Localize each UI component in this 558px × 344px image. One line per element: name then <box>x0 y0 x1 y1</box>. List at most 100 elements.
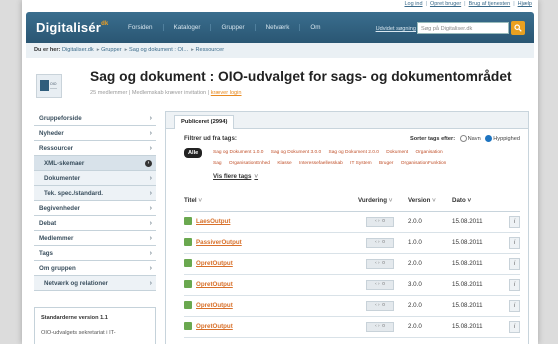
rating-widget[interactable]: ‹ › 0 <box>366 217 394 227</box>
group-logo: OIO —— <box>36 74 62 98</box>
tab-bar: Publiceret (2994) <box>166 112 528 129</box>
sidebar-item-debat[interactable]: Debat › <box>34 216 156 231</box>
nav-kataloger[interactable]: Kataloger <box>162 24 211 31</box>
info-icon[interactable]: i <box>509 300 520 312</box>
xml-schema-icon <box>184 322 192 330</box>
crumb-group[interactable]: Sag og dokument : OI... <box>129 47 188 53</box>
page: Log ind | Opret bruger | Brug af tjenesten | H… <box>22 0 538 344</box>
resource-link[interactable]: OpretOutput <box>196 260 233 267</box>
tag[interactable]: Sag <box>213 161 222 166</box>
resource-link[interactable]: OpretOutput <box>196 323 233 330</box>
tag[interactable]: Dokument <box>386 150 408 155</box>
table-row: OpretOutput ‹ › 0 2.0.0 15.08.2011 i <box>184 254 520 275</box>
tag[interactable]: Sag og Dokument 2.0.0 <box>329 150 379 155</box>
tag-all[interactable]: Alle <box>184 148 203 158</box>
tag[interactable]: Sag og Dokument 3.0.0 <box>271 150 321 155</box>
rating-widget[interactable]: ‹ › 0 <box>366 280 394 290</box>
nav-netvaerk[interactable]: Netværk <box>254 24 300 31</box>
tab-publiceret[interactable]: Publiceret (2994) <box>174 115 235 129</box>
info-icon[interactable]: i <box>509 258 520 270</box>
column-version[interactable]: Version ˅ <box>408 197 436 204</box>
tag[interactable]: OrganisationEnhed <box>229 161 270 166</box>
column-title[interactable]: Titel ˅ <box>184 197 202 204</box>
page-title: Sag og dokument : OIO-udvalget for sags-… <box>90 69 512 84</box>
sidebar-item-gruppeforside[interactable]: Gruppeforside › <box>34 111 156 126</box>
tag[interactable]: OrganisationFunktion <box>401 161 447 166</box>
table-row: OpretOutput ‹ › 0 2.0.0 15.08.2011 i <box>184 317 520 338</box>
main-nav: Forsiden Kataloger Grupper Netværk Om <box>118 24 331 31</box>
crumb-grupper[interactable]: Grupper <box>101 47 122 53</box>
column-rating[interactable]: Vurdering ˅ <box>358 197 392 204</box>
tag[interactable]: Sag og Dokument 1.0.0 <box>213 150 263 155</box>
sidebar-item-tek-spec[interactable]: Tek. spec./standard. › <box>34 186 156 201</box>
create-user-link[interactable]: Opret bruger <box>430 1 461 7</box>
nav-om[interactable]: Om <box>299 24 330 31</box>
sidebar-item-om-gruppen[interactable]: Om gruppen › <box>34 261 156 276</box>
resource-link[interactable]: OpretOutput <box>196 302 233 309</box>
sidebar-item-ressourcer[interactable]: Ressourcer › <box>34 141 156 156</box>
sidebar-item-tags[interactable]: Tags › <box>34 246 156 261</box>
breadcrumb: Du er her: Digitaliser.dk ▸ Grupper ▸ Sag … <box>26 43 534 58</box>
table-header: Titel ˅ Vurdering ˅ Version ˅ Dato ˅ <box>184 197 520 212</box>
standards-box-title: Standarderne version 1.1 <box>41 315 108 321</box>
sidebar-item-netvaerk[interactable]: Netværk og relationer › <box>34 276 156 291</box>
nav-forsiden[interactable]: Forsiden <box>118 24 163 31</box>
help-link[interactable]: Hjælp <box>518 1 532 7</box>
sort-frequency-radio[interactable] <box>485 135 493 142</box>
resource-link[interactable]: OpretOutput <box>196 281 233 288</box>
tag-cloud-line-2: Sag OrganisationEnhed Klasse Interessefa… <box>213 161 452 166</box>
xml-schema-icon <box>184 301 192 309</box>
info-icon[interactable]: i <box>509 237 520 249</box>
sidebar-item-nyheder[interactable]: Nyheder › <box>34 126 156 141</box>
xml-schema-icon <box>184 259 192 267</box>
standards-box-text: OIO-udvalgets sekretariat i IT- <box>41 330 116 336</box>
login-required-link[interactable]: kræver login <box>211 90 242 96</box>
tag[interactable]: Bruger <box>379 161 393 166</box>
selected-indicator-icon: › <box>145 160 152 167</box>
crumb-home[interactable]: Digitaliser.dk <box>62 47 94 53</box>
info-icon[interactable]: i <box>509 321 520 333</box>
sidebar-item-xml-skemaer[interactable]: XML-skemaer › <box>34 156 156 171</box>
tag[interactable]: Interessefaellesskab <box>299 161 343 166</box>
top-links: Log ind | Opret bruger | Brug af tjenesten | H… <box>404 1 532 7</box>
table-row: LaesOutput ‹ › 0 2.0.0 15.08.2011 i <box>184 212 520 233</box>
tag[interactable]: Organisation <box>415 150 442 155</box>
site-logo[interactable]: Digitalisérdk <box>36 20 108 35</box>
info-icon[interactable]: i <box>509 279 520 291</box>
resource-link[interactable]: LaesOutput <box>196 218 230 225</box>
search-icon <box>514 24 522 32</box>
xml-schema-icon <box>184 217 192 225</box>
nav-grupper[interactable]: Grupper <box>210 24 254 31</box>
tag-cloud-line-1: Sag og Dokument 1.0.0 Sag og Dokument 3.… <box>213 150 449 155</box>
filter-heading: Filtrer ud fra tags: <box>184 135 237 142</box>
sort-name-radio[interactable] <box>459 135 467 142</box>
standards-box: Standarderne version 1.1 OIO-udvalgets s… <box>34 307 156 344</box>
xml-schema-icon <box>184 280 192 288</box>
chevron-down-icon: ˅ <box>254 173 259 180</box>
login-link[interactable]: Log ind <box>404 1 422 7</box>
tag[interactable]: Klasse <box>277 161 291 166</box>
info-icon[interactable]: i <box>509 216 520 228</box>
tag[interactable]: IT System <box>350 161 372 166</box>
table-row: OpretOutput ‹ › 0 2.0.0 15.08.2011 i <box>184 296 520 317</box>
sort-tags: Sorter tags efter: Navn Hyppighed <box>409 135 520 142</box>
advanced-search-link[interactable]: Udvidet søgning <box>376 26 416 32</box>
sidebar-item-medlemmer[interactable]: Medlemmer › <box>34 231 156 246</box>
search-button[interactable] <box>511 21 525 35</box>
column-date[interactable]: Dato ˅ <box>452 197 471 204</box>
table-row: PassiverOutput ‹ › 0 1.0.0 15.08.2011 i <box>184 233 520 254</box>
rating-widget[interactable]: ‹ › 0 <box>366 322 394 332</box>
sidebar-item-begivenheder[interactable]: Begivenheder › <box>34 201 156 216</box>
site-header: Digitalisérdk Forsiden Kataloger Grupper… <box>26 12 534 43</box>
sidebar-item-dokumenter[interactable]: Dokumenter › <box>34 171 156 186</box>
crumb-ressourcer: Ressourcer <box>195 47 225 53</box>
table-row: OpretOutput ‹ › 0 3.0.0 15.08.2011 i <box>184 275 520 296</box>
search-input[interactable]: Søg på Digitaliser.dk <box>417 22 509 34</box>
rating-widget[interactable]: ‹ › 0 <box>366 301 394 311</box>
rating-widget[interactable]: ‹ › 0 <box>366 259 394 269</box>
usage-link[interactable]: Brug af tjenesten <box>469 1 511 7</box>
show-more-tags-link[interactable]: Vis flere tags ˅ <box>213 173 258 180</box>
xml-schema-icon <box>184 238 192 246</box>
rating-widget[interactable]: ‹ › 0 <box>366 238 394 248</box>
resource-link[interactable]: PassiverOutput <box>196 239 242 246</box>
